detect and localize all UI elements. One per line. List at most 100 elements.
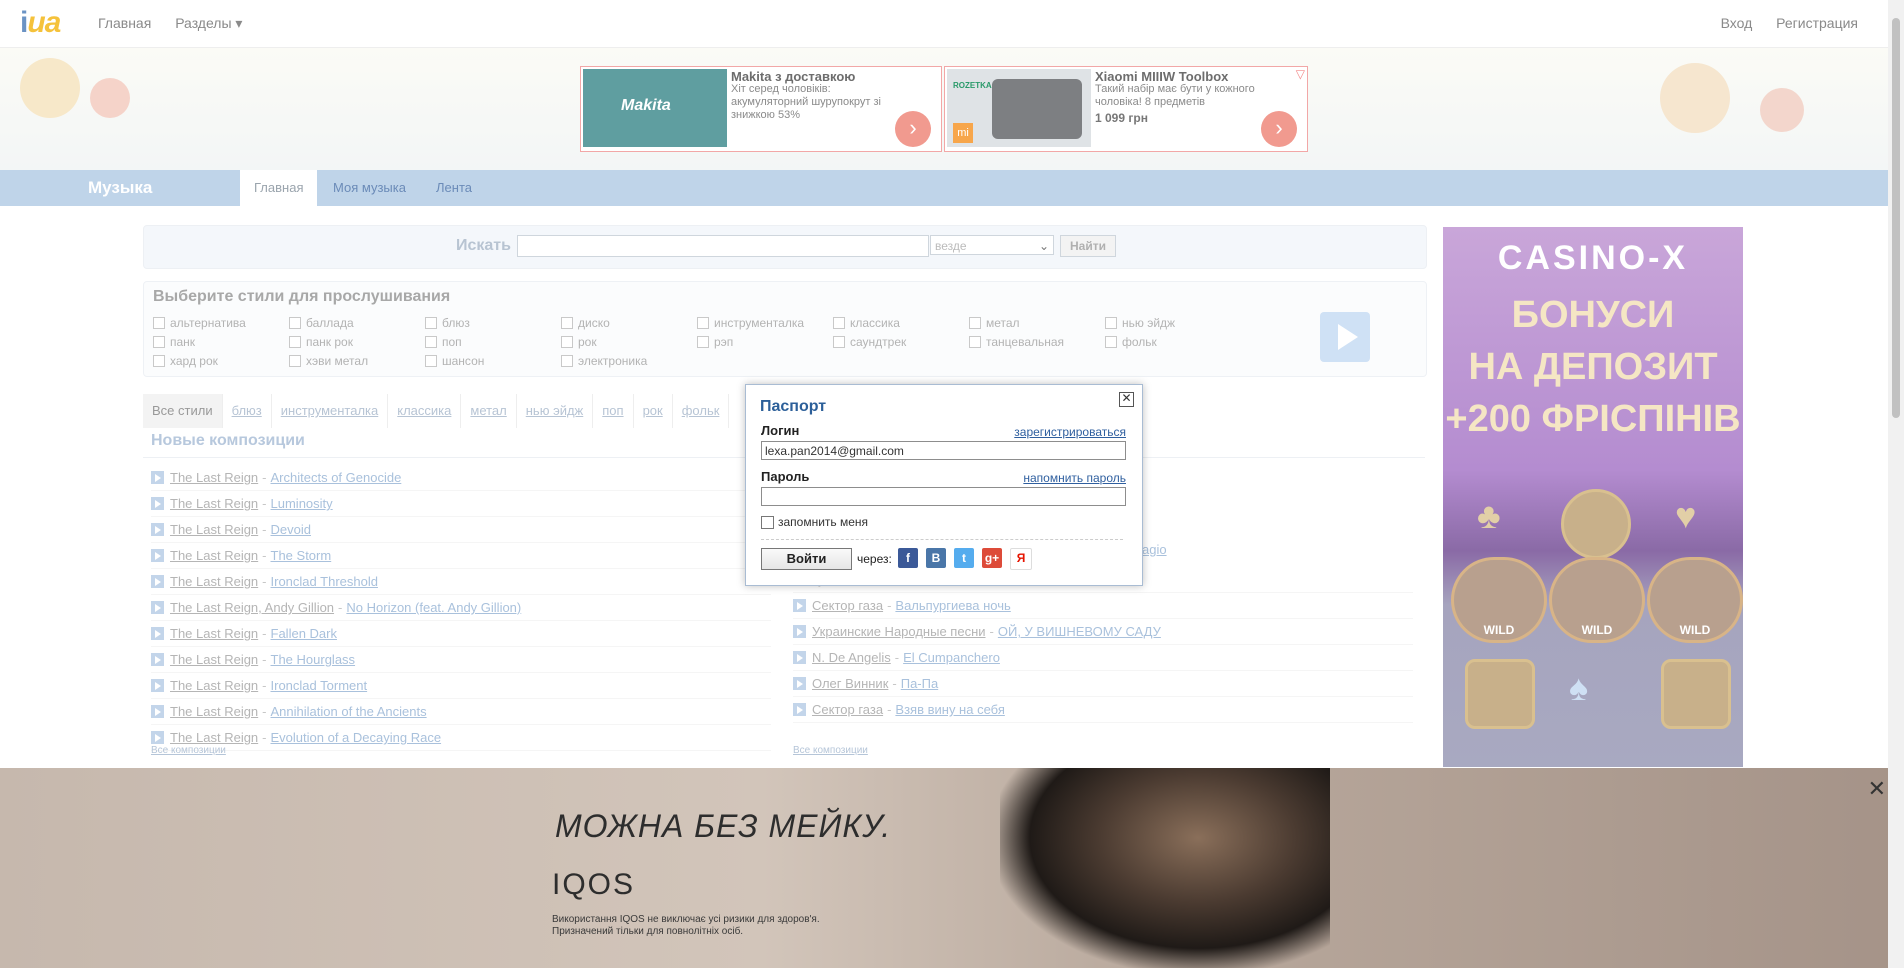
- style-checkbox[interactable]: [561, 336, 573, 348]
- artist-link[interactable]: Сектор газа: [812, 598, 883, 613]
- register-link[interactable]: зарегистрироваться: [1014, 425, 1126, 439]
- song-link[interactable]: Взяв вину на себя: [895, 702, 1004, 717]
- play-icon[interactable]: [151, 653, 164, 666]
- style-option[interactable]: панк: [153, 334, 289, 350]
- remind-password-link[interactable]: напомнить пароль: [1023, 471, 1126, 485]
- search-scope-select[interactable]: везде ⌄: [930, 235, 1054, 255]
- style-checkbox[interactable]: [833, 336, 845, 348]
- style-checkbox[interactable]: [1105, 317, 1117, 329]
- google-plus-icon[interactable]: g+: [982, 548, 1002, 568]
- genre-tab[interactable]: поп: [593, 394, 634, 428]
- artist-link[interactable]: The Last Reign, Andy Gillion: [170, 600, 334, 615]
- register-link[interactable]: Регистрация: [1776, 15, 1858, 31]
- style-option[interactable]: классика: [833, 315, 969, 331]
- genre-tab[interactable]: классика: [388, 394, 462, 428]
- style-option[interactable]: шансон: [425, 353, 561, 369]
- song-link[interactable]: Annihilation of the Ancients: [271, 704, 427, 719]
- play-icon[interactable]: [793, 677, 806, 690]
- style-option[interactable]: инструменталка: [697, 315, 833, 331]
- casino-ad[interactable]: CASINO-X БОНУСИ НА ДЕПОЗИТ +200 ФРІСПІНІВ …: [1443, 227, 1743, 767]
- play-styles-button[interactable]: [1320, 312, 1370, 362]
- tab-feed[interactable]: Лента: [422, 170, 486, 206]
- song-link[interactable]: Па-Па: [901, 676, 938, 691]
- song-link[interactable]: Вальпургиева ночь: [895, 598, 1010, 613]
- song-link[interactable]: Ironclad Torment: [271, 678, 368, 693]
- twitter-icon[interactable]: t: [954, 548, 974, 568]
- song-link[interactable]: El Cumpanchero: [903, 650, 1000, 665]
- style-checkbox[interactable]: [969, 336, 981, 348]
- style-option[interactable]: танцевальная: [969, 334, 1105, 350]
- login-submit-button[interactable]: Войти: [761, 548, 852, 570]
- play-icon[interactable]: [151, 705, 164, 718]
- ad-choices-icon[interactable]: ▽: [1296, 67, 1305, 81]
- style-checkbox[interactable]: [289, 317, 301, 329]
- style-option[interactable]: метал: [969, 315, 1105, 331]
- ad-xiaomi[interactable]: ROZETKA mi Xiaomi MIIIW Toolbox Такий на…: [944, 66, 1308, 152]
- artist-link[interactable]: The Last Reign: [170, 626, 258, 641]
- play-icon[interactable]: [151, 731, 164, 744]
- play-icon[interactable]: [151, 497, 164, 510]
- all-compositions-link[interactable]: Все композиции: [793, 745, 868, 756]
- style-option[interactable]: саундтрек: [833, 334, 969, 350]
- style-checkbox[interactable]: [289, 336, 301, 348]
- artist-link[interactable]: N. De Angelis: [812, 650, 891, 665]
- style-option[interactable]: электроника: [561, 353, 697, 369]
- style-option[interactable]: баллада: [289, 315, 425, 331]
- scrollbar[interactable]: [1888, 0, 1904, 968]
- song-link[interactable]: Fallen Dark: [271, 626, 337, 641]
- search-button[interactable]: Найти: [1060, 235, 1116, 257]
- song-link[interactable]: Evolution of a Decaying Race: [271, 730, 442, 745]
- artist-link[interactable]: The Last Reign: [170, 730, 258, 745]
- genre-tab[interactable]: инструменталка: [272, 394, 389, 428]
- play-icon[interactable]: [151, 549, 164, 562]
- artist-link[interactable]: The Last Reign: [170, 522, 258, 537]
- genre-tab[interactable]: рок: [634, 394, 673, 428]
- style-checkbox[interactable]: [561, 355, 573, 367]
- style-option[interactable]: диско: [561, 315, 697, 331]
- style-checkbox[interactable]: [153, 355, 165, 367]
- song-link[interactable]: Luminosity: [271, 496, 333, 511]
- play-icon[interactable]: [793, 625, 806, 638]
- genre-tab[interactable]: метал: [461, 394, 517, 428]
- style-option[interactable]: панк рок: [289, 334, 425, 350]
- style-option[interactable]: блюз: [425, 315, 561, 331]
- iqos-bottom-ad[interactable]: МОЖНА БЕЗ МЕЙКУ. IQOS Використання IQOS …: [0, 768, 1904, 968]
- play-icon[interactable]: [793, 599, 806, 612]
- play-icon[interactable]: [151, 627, 164, 640]
- yandex-icon[interactable]: Я: [1010, 548, 1032, 570]
- artist-link[interactable]: The Last Reign: [170, 704, 258, 719]
- style-checkbox[interactable]: [153, 336, 165, 348]
- genre-tab[interactable]: фольк: [673, 394, 730, 428]
- artist-link[interactable]: Олег Винник: [812, 676, 888, 691]
- section-title[interactable]: Музыка: [88, 178, 152, 198]
- song-link[interactable]: The Storm: [271, 548, 332, 563]
- artist-link[interactable]: The Last Reign: [170, 496, 258, 511]
- style-option[interactable]: альтернатива: [153, 315, 289, 331]
- password-input[interactable]: [761, 487, 1126, 506]
- close-icon[interactable]: ✕: [1868, 776, 1886, 802]
- remember-me[interactable]: запомнить меня: [761, 515, 868, 529]
- artist-link[interactable]: Сектор газа: [812, 702, 883, 717]
- song-link[interactable]: Ironclad Threshold: [271, 574, 378, 589]
- scrollbar-thumb[interactable]: [1892, 18, 1900, 418]
- style-checkbox[interactable]: [969, 317, 981, 329]
- style-checkbox[interactable]: [153, 317, 165, 329]
- facebook-icon[interactable]: f: [898, 548, 918, 568]
- play-icon[interactable]: [151, 523, 164, 536]
- genre-tab[interactable]: Все стили: [143, 394, 223, 428]
- artist-link[interactable]: The Last Reign: [170, 574, 258, 589]
- site-logo[interactable]: iua: [20, 6, 75, 40]
- artist-link[interactable]: The Last Reign: [170, 548, 258, 563]
- artist-link[interactable]: The Last Reign: [170, 470, 258, 485]
- artist-link[interactable]: The Last Reign: [170, 652, 258, 667]
- search-input[interactable]: [517, 235, 929, 257]
- style-checkbox[interactable]: [833, 317, 845, 329]
- song-link[interactable]: Devoid: [271, 522, 311, 537]
- tab-home[interactable]: Главная: [240, 170, 318, 206]
- remember-checkbox[interactable]: [761, 515, 774, 529]
- style-option[interactable]: фольк: [1105, 334, 1241, 350]
- vk-icon[interactable]: B: [926, 548, 946, 568]
- nav-sections-dropdown[interactable]: Разделы ▾: [175, 15, 242, 31]
- tab-my-music[interactable]: Моя музыка: [319, 170, 420, 206]
- play-icon[interactable]: [793, 651, 806, 664]
